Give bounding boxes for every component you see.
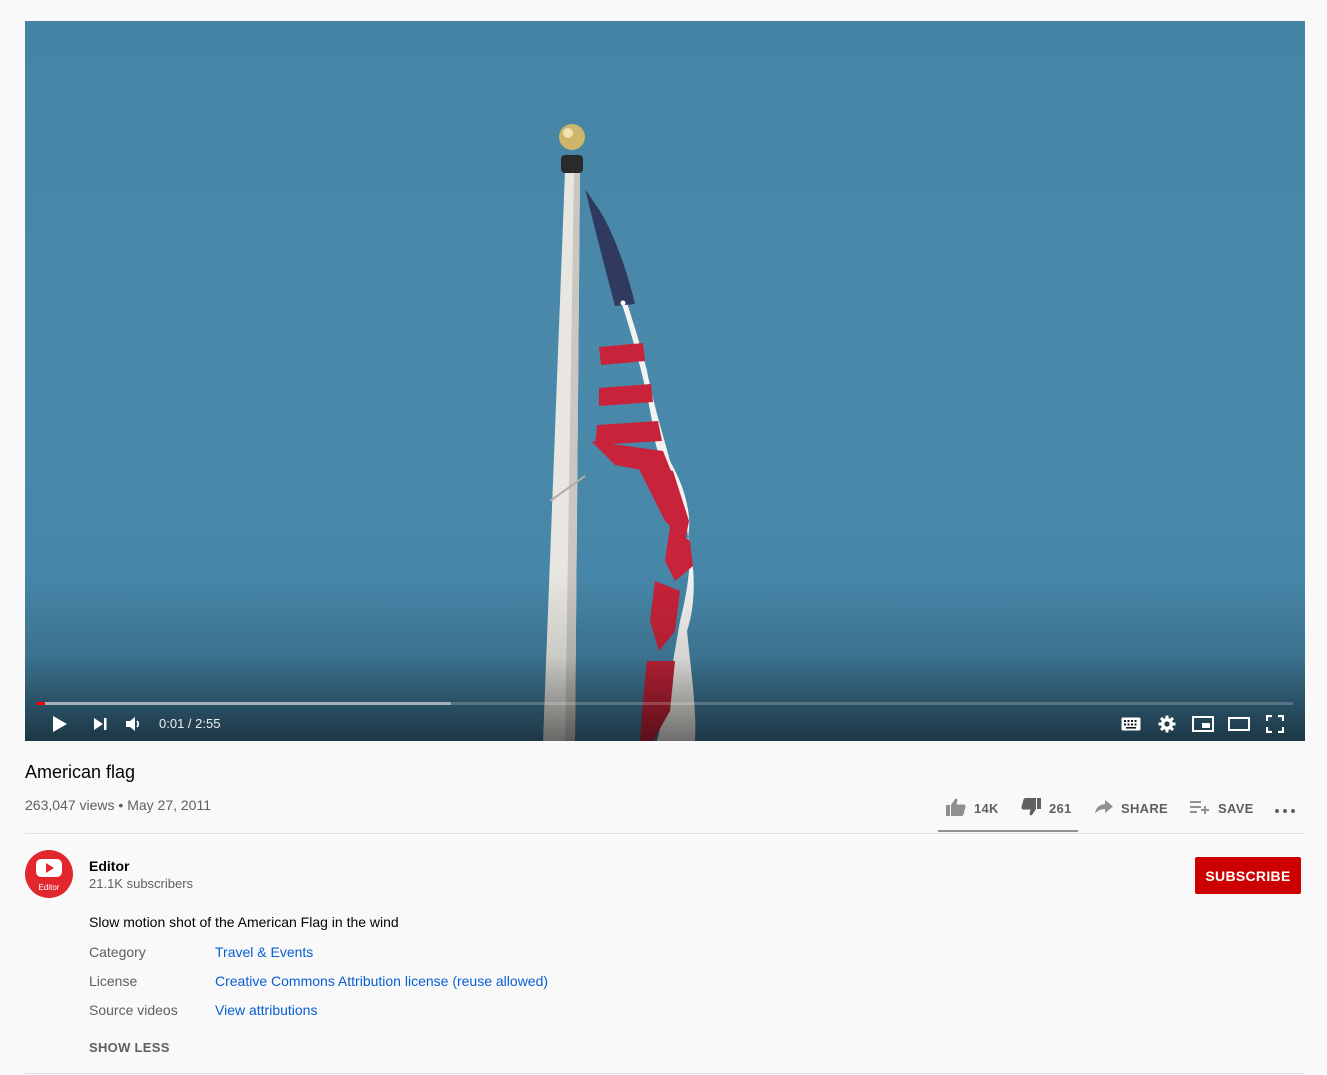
metadata-key: Source videos xyxy=(89,1002,178,1018)
fullscreen-button[interactable] xyxy=(1262,711,1288,737)
dislike-count: 261 xyxy=(1049,800,1072,816)
theater-mode-icon xyxy=(1228,717,1250,731)
video-title: American flag xyxy=(25,762,136,782)
play-triangle-icon xyxy=(46,863,54,873)
upload-date: May 27, 2011 xyxy=(127,797,211,813)
thumbs-down-icon xyxy=(1021,797,1049,819)
category-link[interactable]: Travel & Events xyxy=(215,944,313,960)
more-actions-button[interactable] xyxy=(1275,796,1303,820)
divider xyxy=(25,1073,1305,1074)
miniplayer-icon xyxy=(1192,716,1214,732)
channel-name[interactable]: Editor xyxy=(89,858,129,874)
next-button[interactable] xyxy=(87,711,113,737)
play-icon xyxy=(52,715,68,733)
sentiment-bar xyxy=(938,830,1078,832)
save-button[interactable]: SAVE xyxy=(1190,796,1254,820)
video-player[interactable]: 0:01 / 2:55 xyxy=(25,21,1305,741)
volume-button[interactable] xyxy=(121,711,147,737)
video-meta: 263,047 views • May 27, 2011 xyxy=(25,797,211,813)
subtitles-button[interactable] xyxy=(1118,711,1144,737)
like-count: 14K xyxy=(974,800,999,816)
more-horiz-icon xyxy=(1275,801,1303,816)
avatar-label: Editor xyxy=(38,883,60,892)
keyboard-icon xyxy=(1121,717,1141,731)
share-icon xyxy=(1095,799,1121,817)
thumbs-up-icon xyxy=(946,798,974,819)
license-link[interactable]: Creative Commons Attribution license (re… xyxy=(215,973,548,989)
play-button[interactable] xyxy=(47,711,73,737)
save-label: SAVE xyxy=(1218,800,1254,816)
progress-buffered xyxy=(37,702,452,705)
subscriber-count: 21.1K subscribers xyxy=(89,876,194,891)
watch-page: 0:01 / 2:55 American flag 263,047 views … xyxy=(0,0,1327,1075)
view-count: 263,047 views xyxy=(25,797,115,813)
channel-avatar[interactable]: Editor xyxy=(25,850,73,898)
progress-bar[interactable] xyxy=(37,702,1293,705)
gear-icon xyxy=(1158,715,1176,733)
dislike-button[interactable]: 261 xyxy=(1021,796,1072,820)
settings-button[interactable] xyxy=(1154,711,1180,737)
show-less-button[interactable]: SHOW LESS xyxy=(89,1040,170,1055)
share-button[interactable]: SHARE xyxy=(1095,796,1168,820)
progress-played xyxy=(37,702,45,705)
miniplayer-button[interactable] xyxy=(1190,711,1216,737)
time-display: 0:01 / 2:55 xyxy=(159,716,221,731)
description-text: Slow motion shot of the American Flag in… xyxy=(89,914,399,930)
theater-mode-button[interactable] xyxy=(1226,711,1252,737)
metadata-key: Category xyxy=(89,944,146,960)
next-icon xyxy=(92,717,108,731)
divider xyxy=(25,833,1305,834)
metadata-key: License xyxy=(89,973,138,989)
subscribe-button[interactable]: SUBSCRIBE xyxy=(1195,857,1301,894)
share-label: SHARE xyxy=(1121,800,1169,816)
meta-separator: • xyxy=(118,797,124,813)
player-controls: 0:01 / 2:55 xyxy=(25,707,1305,741)
playlist-add-icon xyxy=(1190,800,1218,817)
volume-icon xyxy=(125,716,143,732)
like-button[interactable]: 14K xyxy=(946,796,999,820)
view-attributions-link[interactable]: View attributions xyxy=(215,1002,317,1018)
fullscreen-icon xyxy=(1266,715,1284,733)
